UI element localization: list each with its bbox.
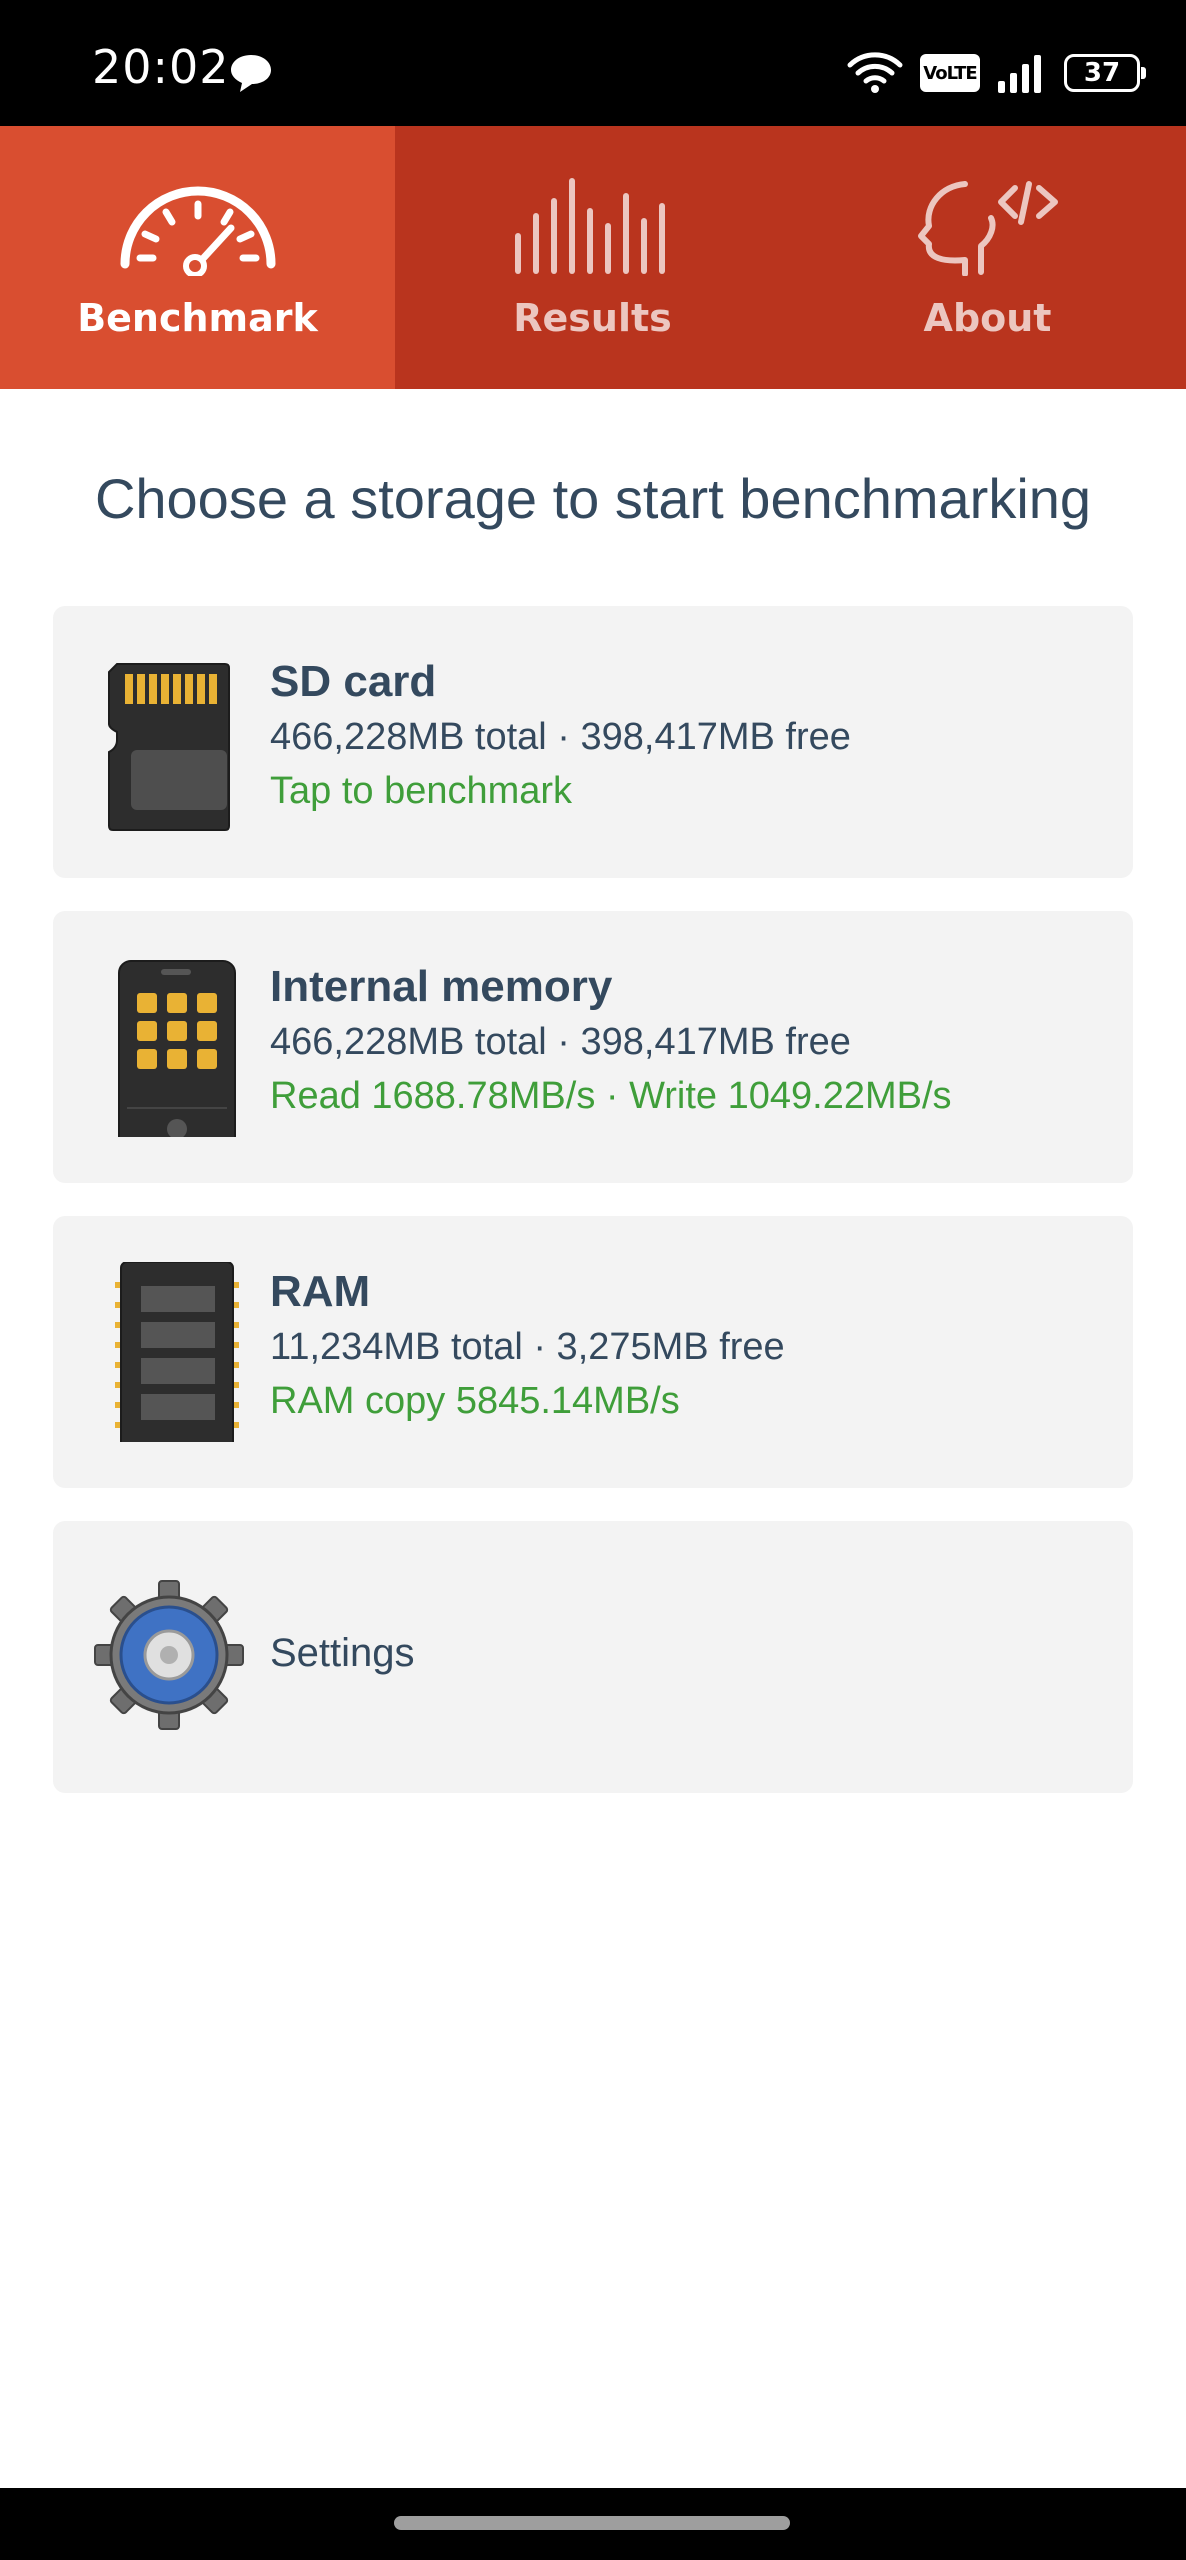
settings-label: Settings	[270, 1631, 415, 1675]
screen: 20:02 VoLTE 37 Benchmark Results About C…	[0, 0, 1186, 2560]
storage-info: 11,234MB total · 3,275MB free	[270, 1326, 785, 1368]
head-code-icon	[917, 181, 1058, 276]
storage-info: 466,228MB total · 398,417MB free	[270, 1021, 851, 1063]
tab-about[interactable]: About	[790, 126, 1185, 389]
status-time: 20:02	[92, 40, 230, 94]
tab-label: Results	[513, 296, 672, 340]
page-title: Choose a storage to start benchmarking	[94, 467, 1092, 530]
battery-icon: 37	[1064, 54, 1146, 92]
tab-label: Benchmark	[77, 296, 318, 340]
storage-card-ram[interactable]: RAM 11,234MB total · 3,275MB free RAM co…	[53, 1216, 1133, 1488]
tab-label: About	[923, 296, 1052, 340]
storage-status: Tap to benchmark	[270, 770, 573, 812]
home-indicator[interactable]	[394, 2516, 790, 2530]
status-icons: VoLTE 37	[846, 46, 1146, 100]
tab-benchmark[interactable]: Benchmark	[0, 126, 395, 389]
storage-info: 466,228MB total · 398,417MB free	[270, 716, 851, 758]
storage-card-internal[interactable]: Internal memory 466,228MB total · 398,41…	[53, 911, 1133, 1183]
bars-icon	[514, 178, 665, 274]
settings-card[interactable]: Settings	[53, 1521, 1133, 1793]
signal-icon	[998, 55, 1041, 93]
speedometer-icon	[120, 186, 275, 276]
storage-title: SD card	[270, 657, 437, 706]
ram-chip-icon	[115, 1262, 239, 1442]
card-text: RAM 11,234MB total · 3,275MB free RAM co…	[270, 1264, 1103, 1428]
navigation-bar	[0, 2488, 1186, 2560]
storage-status: RAM copy 5845.14MB/s	[270, 1380, 680, 1422]
storage-card-sd[interactable]: SD card 466,228MB total · 398,417MB free…	[53, 606, 1133, 878]
storage-title: Internal memory	[270, 962, 613, 1011]
volte-badge: VoLTE	[920, 54, 980, 92]
card-text: Internal memory 466,228MB total · 398,41…	[270, 959, 1103, 1123]
chat-bubble-icon	[231, 55, 271, 92]
storage-status: Read 1688.78MB/s · Write 1049.22MB/s	[270, 1075, 952, 1117]
card-text: SD card 466,228MB total · 398,417MB free…	[270, 654, 1103, 818]
status-bar: 20:02 VoLTE 37	[0, 0, 1186, 126]
phone-icon	[118, 960, 236, 1137]
gear-icon	[94, 1580, 244, 1730]
tab-results[interactable]: Results	[395, 126, 790, 389]
sd-card-icon	[108, 663, 230, 831]
wifi-icon	[847, 52, 903, 93]
storage-title: RAM	[270, 1267, 371, 1316]
tab-bar: Benchmark Results About	[0, 126, 1186, 389]
